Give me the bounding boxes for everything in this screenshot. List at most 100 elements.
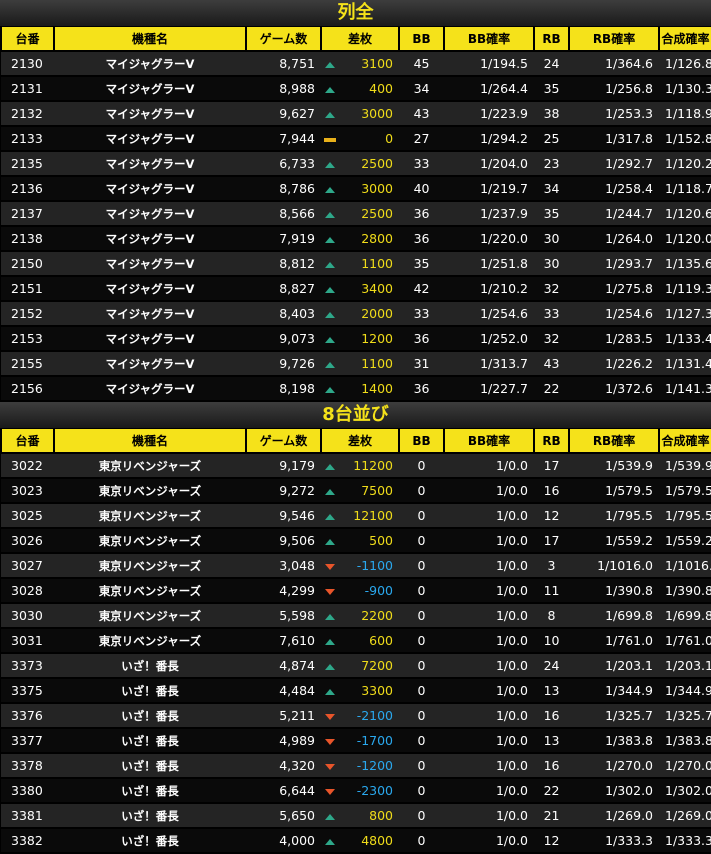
rb-rate-cell: 1/383.8 xyxy=(569,728,660,754)
machine-number-cell: 2155 xyxy=(1,351,54,377)
table-row[interactable]: 2132 マイジャグラーV 9,627 3000 43 1/223.9 38 1/253.3 1… xyxy=(1,101,711,127)
machine-number-cell: 3375 xyxy=(1,678,54,704)
table-row[interactable]: 2156 マイジャグラーV 8,198 1400 36 1/227.7 22 1/372.6 1… xyxy=(1,376,711,402)
rb-count-cell: 30 xyxy=(534,251,570,277)
table-row[interactable]: 3380 いざ！番長 6,644 -2300 0 1/0.0 22 1/302.0 1/302.… xyxy=(1,778,711,804)
table-row[interactable]: 3373 いざ！番長 4,874 7200 0 1/0.0 24 1/203.1 1/203.1 xyxy=(1,653,711,679)
bb-rate-cell: 1/194.5 xyxy=(444,51,535,77)
column-header[interactable]: 合成確率 xyxy=(658,27,711,52)
column-header[interactable]: 差枚 xyxy=(319,27,401,52)
bb-count-cell: 0 xyxy=(399,778,445,804)
machine-name-cell: マイジャグラーV xyxy=(54,176,246,202)
machine-number-cell: 3023 xyxy=(1,478,54,504)
trend-indicator-cell xyxy=(321,828,339,854)
coin-difference-cell: 3100 xyxy=(339,51,400,77)
table-row[interactable]: 2136 マイジャグラーV 8,786 3000 40 1/219.7 34 1/258.4 1… xyxy=(1,176,711,202)
bb-rate-cell: 1/204.0 xyxy=(444,151,535,177)
trend-up-icon xyxy=(325,112,335,118)
trend-down-icon xyxy=(325,564,335,570)
table-row[interactable]: 2135 マイジャグラーV 6,733 2500 33 1/204.0 23 1/292.7 1… xyxy=(1,151,711,177)
column-header[interactable]: RB確率 xyxy=(568,429,661,454)
machine-number-cell: 2156 xyxy=(1,376,54,402)
game-count-cell: 4,989 xyxy=(246,728,321,754)
machine-name-cell: マイジャグラーV xyxy=(54,326,246,352)
trend-indicator-cell xyxy=(321,326,339,352)
column-header[interactable]: RB xyxy=(533,429,571,454)
column-header[interactable]: BB確率 xyxy=(443,27,536,52)
trend-up-icon xyxy=(325,237,335,243)
bb-count-cell: 0 xyxy=(399,753,445,779)
table-row[interactable]: 2133 マイジャグラーV 7,944 0 27 1/294.2 25 1/317.8 1/15… xyxy=(1,126,711,152)
column-header[interactable]: 台番 xyxy=(0,429,55,454)
table-row[interactable]: 2130 マイジャグラーV 8,751 3100 45 1/194.5 24 1/364.6 1… xyxy=(1,51,711,77)
column-header[interactable]: BB xyxy=(398,27,446,52)
rb-rate-cell: 1/226.2 xyxy=(569,351,660,377)
table-row[interactable]: 3025 東京リベンジャーズ 9,546 12100 0 1/0.0 12 1/795.5 1/… xyxy=(1,503,711,529)
column-header[interactable]: 機種名 xyxy=(53,27,247,52)
table-row[interactable]: 3030 東京リベンジャーズ 5,598 2200 0 1/0.0 8 1/699.8 1/69… xyxy=(1,603,711,629)
machine-name-cell: マイジャグラーV xyxy=(54,226,246,252)
table-row[interactable]: 3381 いざ！番長 5,650 800 0 1/0.0 21 1/269.0 1/269.0 xyxy=(1,803,711,829)
table-row[interactable]: 2155 マイジャグラーV 9,726 1100 31 1/313.7 43 1/226.2 1… xyxy=(1,351,711,377)
column-header[interactable]: ゲーム数 xyxy=(245,27,322,52)
bb-count-cell: 43 xyxy=(399,101,445,127)
table-row[interactable]: 3022 東京リベンジャーズ 9,179 11200 0 1/0.0 17 1/539.9 1/… xyxy=(1,453,711,479)
table-row[interactable]: 3028 東京リベンジャーズ 4,299 -900 0 1/0.0 11 1/390.8 1/3… xyxy=(1,578,711,604)
rb-count-cell: 17 xyxy=(534,453,570,479)
column-header[interactable]: BB確率 xyxy=(443,429,536,454)
column-header[interactable]: 機種名 xyxy=(53,429,247,454)
machine-number-cell: 2137 xyxy=(1,201,54,227)
column-header[interactable]: 合成確率 xyxy=(658,429,711,454)
coin-difference-cell: 2200 xyxy=(339,603,400,629)
machine-name-cell: マイジャグラーV xyxy=(54,251,246,277)
machine-number-cell: 2153 xyxy=(1,326,54,352)
table-row[interactable]: 2151 マイジャグラーV 8,827 3400 42 1/210.2 32 1/275.8 1… xyxy=(1,276,711,302)
trend-indicator-cell xyxy=(321,703,339,729)
table-row[interactable]: 3031 東京リベンジャーズ 7,610 600 0 1/0.0 10 1/761.0 1/76… xyxy=(1,628,711,654)
total-rate-cell: 1/141.3 xyxy=(659,376,711,402)
table-row[interactable]: 3375 いざ！番長 4,484 3300 0 1/0.0 13 1/344.9 1/344.9 xyxy=(1,678,711,704)
table-row[interactable]: 3376 いざ！番長 5,211 -2100 0 1/0.0 16 1/325.7 1/325.… xyxy=(1,703,711,729)
total-rate-cell: 1/795.5 xyxy=(659,503,711,529)
table-row[interactable]: 3027 東京リベンジャーズ 3,048 -1100 0 1/0.0 3 1/1016.0 1/… xyxy=(1,553,711,579)
rb-rate-cell: 1/761.0 xyxy=(569,628,660,654)
table-row[interactable]: 3378 いざ！番長 4,320 -1200 0 1/0.0 16 1/270.0 1/270.… xyxy=(1,753,711,779)
column-header[interactable]: ゲーム数 xyxy=(245,429,322,454)
bb-count-cell: 42 xyxy=(399,276,445,302)
rb-count-cell: 22 xyxy=(534,376,570,402)
table-row[interactable]: 2153 マイジャグラーV 9,073 1200 36 1/252.0 32 1/283.5 1… xyxy=(1,326,711,352)
game-count-cell: 9,546 xyxy=(246,503,321,529)
column-header[interactable]: 差枚 xyxy=(319,429,401,454)
rb-rate-cell: 1/275.8 xyxy=(569,276,660,302)
table-row[interactable]: 3377 いざ！番長 4,989 -1700 0 1/0.0 13 1/383.8 1/383.… xyxy=(1,728,711,754)
table-row[interactable]: 2137 マイジャグラーV 8,566 2500 36 1/237.9 35 1/244.7 1… xyxy=(1,201,711,227)
game-count-cell: 9,179 xyxy=(246,453,321,479)
machine-number-cell: 2130 xyxy=(1,51,54,77)
rb-count-cell: 10 xyxy=(534,628,570,654)
table-row[interactable]: 3026 東京リベンジャーズ 9,506 500 0 1/0.0 17 1/559.2 1/55… xyxy=(1,528,711,554)
column-header[interactable]: RB確率 xyxy=(568,27,661,52)
machine-number-cell: 3376 xyxy=(1,703,54,729)
column-header[interactable]: RB xyxy=(533,27,571,52)
coin-difference-cell: 1100 xyxy=(339,251,400,277)
rb-count-cell: 12 xyxy=(534,828,570,854)
bb-count-cell: 0 xyxy=(399,528,445,554)
bb-rate-cell: 1/251.8 xyxy=(444,251,535,277)
rb-rate-cell: 1/293.7 xyxy=(569,251,660,277)
bb-count-cell: 36 xyxy=(399,201,445,227)
machine-name-cell: いざ！番長 xyxy=(54,753,246,779)
table-row[interactable]: 3023 東京リベンジャーズ 9,272 7500 0 1/0.0 16 1/579.5 1/5… xyxy=(1,478,711,504)
table-row[interactable]: 2138 マイジャグラーV 7,919 2800 36 1/220.0 30 1/264.0 1… xyxy=(1,226,711,252)
table-row[interactable]: 2131 マイジャグラーV 8,988 400 34 1/264.4 35 1/256.8 1/… xyxy=(1,76,711,102)
column-header[interactable]: BB xyxy=(398,429,446,454)
bb-rate-cell: 1/294.2 xyxy=(444,126,535,152)
table-row[interactable]: 3382 いざ！番長 4,000 4800 0 1/0.0 12 1/333.3 1/333.3 xyxy=(1,828,711,854)
bb-rate-cell: 1/0.0 xyxy=(444,653,535,679)
rb-count-cell: 34 xyxy=(534,176,570,202)
coin-difference-cell: 3000 xyxy=(339,101,400,127)
column-header[interactable]: 台番 xyxy=(0,27,55,52)
rb-count-cell: 35 xyxy=(534,76,570,102)
game-count-cell: 4,484 xyxy=(246,678,321,704)
table-row[interactable]: 2150 マイジャグラーV 8,812 1100 35 1/251.8 30 1/293.7 1… xyxy=(1,251,711,277)
table-row[interactable]: 2152 マイジャグラーV 8,403 2000 33 1/254.6 33 1/254.6 1… xyxy=(1,301,711,327)
